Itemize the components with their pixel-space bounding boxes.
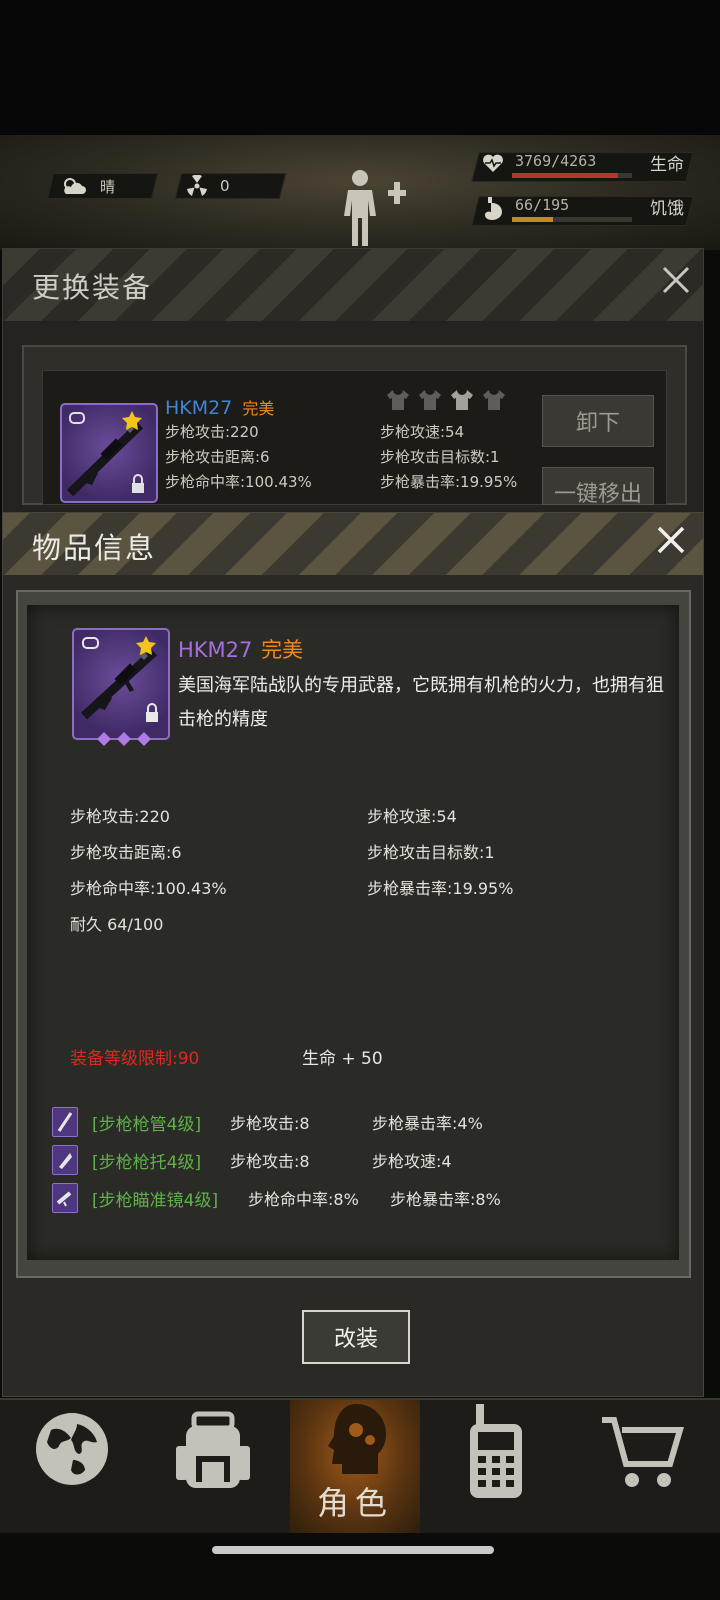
stat-rifle-targets: 步枪攻击目标数:1 [367, 843, 495, 862]
hunger-value: 66/195 [515, 196, 570, 214]
equipped-stats-left: 步枪攻击:220 步枪攻击距离:6 步枪命中率:100.43% [165, 420, 312, 495]
barrel-mod-icon [52, 1107, 78, 1137]
home-indicator[interactable] [212, 1546, 494, 1554]
shirt-icon [451, 390, 473, 410]
equipped-stat: 步枪命中率:100.43% [165, 473, 312, 491]
mod-name: [步枪瞄准镜4级] [92, 1190, 219, 1211]
health-bar-fill [512, 173, 619, 178]
nav-character-label[interactable]: 角色 [290, 1478, 420, 1524]
stat-rifle-attack: 步枪攻击:220 [70, 807, 170, 826]
equipped-item-title: HKM27 完美 [165, 395, 274, 419]
scope-mod-icon [52, 1183, 78, 1213]
hunger-label: 饥饿 [650, 199, 684, 219]
weather-text: 晴 [100, 177, 116, 196]
close-icon[interactable] [651, 520, 691, 560]
mod-stat: 步枪攻击:8 [230, 1114, 310, 1133]
hunger-bar [512, 217, 632, 222]
mod-name: [步枪枪管4级] [92, 1114, 202, 1135]
equipped-stat: 步枪攻速:54 [380, 423, 465, 441]
stat-durability: 耐久 64/100 [70, 915, 164, 934]
character-add-icon[interactable] [340, 168, 410, 248]
health-value: 3769/4263 [515, 152, 597, 170]
equipped-item-icon[interactable] [60, 403, 158, 503]
level-requirement: 装备等级限制:90 [70, 1049, 200, 1069]
item-title: HKM27 完美 [178, 634, 303, 664]
mod-stat: 步枪攻速:4 [372, 1152, 452, 1171]
item-info-title: 物品信息 [32, 531, 157, 565]
radiation-value: 0 [220, 177, 230, 195]
stat-rifle-crit: 步枪暴击率:19.95% [367, 879, 514, 898]
hunger-bar-fill [512, 217, 553, 222]
modify-button[interactable]: 改装 [302, 1310, 410, 1364]
item-icon [72, 628, 170, 740]
mod-name: [步枪枪托4级] [92, 1152, 202, 1173]
top-blank-area [0, 0, 720, 135]
mod-stat: 步枪攻击:8 [230, 1152, 310, 1171]
health-label: 生命 [650, 155, 684, 175]
stomach-icon [485, 197, 502, 220]
item-bonus: 生命 + 50 [302, 1049, 383, 1069]
equipped-item-quality: 完美 [242, 399, 275, 418]
mod-row-scope: [步枪瞄准镜4级] 步枪命中率:8% 步枪暴击率:8% [52, 1183, 501, 1213]
mod-row-barrel: [步枪枪管4级] 步枪攻击:8 步枪暴击率:4% [52, 1107, 483, 1137]
weather-display: 晴 [60, 173, 115, 199]
mod-stat: 步枪暴击率:8% [390, 1190, 501, 1209]
rifle-icon [80, 636, 158, 722]
equipped-stat: 步枪攻击:220 [165, 423, 259, 441]
equipped-stat: 步枪攻击距离:6 [165, 448, 270, 466]
diamond-icon [97, 732, 111, 746]
equipped-item-name: HKM27 [165, 397, 233, 419]
heart-icon [483, 154, 503, 172]
cart-icon[interactable] [600, 1414, 684, 1490]
radiation-icon [187, 175, 207, 196]
item-quality: 完美 [261, 638, 304, 662]
shirt-icon [483, 390, 505, 410]
mod-stat: 步枪命中率:8% [248, 1190, 359, 1209]
remove-all-button[interactable]: 一键移出 [542, 467, 654, 505]
radiation-display: 0 [186, 173, 230, 199]
item-rank-diamonds [97, 732, 151, 746]
shirt-icon [419, 390, 441, 410]
weather-sun-cloud-icon [64, 178, 86, 194]
shirt-icon [387, 390, 409, 410]
rifle-icon [66, 411, 144, 497]
item-name: HKM27 [178, 638, 253, 662]
diamond-icon [137, 732, 151, 746]
equipped-stat: 步枪攻击目标数:1 [380, 448, 500, 466]
radio-icon[interactable] [466, 1402, 526, 1502]
item-description: 美国海军陆战队的专用武器，它既拥有机枪的火力，也拥有狙击枪的精度 [178, 675, 664, 730]
stat-rifle-accuracy: 步枪命中率:100.43% [70, 879, 227, 898]
character-head-icon[interactable] [316, 1400, 396, 1482]
diamond-icon [117, 732, 131, 746]
stat-rifle-range: 步枪攻击距离:6 [70, 843, 182, 862]
stock-mod-icon [52, 1145, 78, 1175]
equipped-stats-right: 步枪攻速:54 步枪攻击目标数:1 步枪暴击率:19.95% [380, 420, 517, 495]
mod-stat: 步枪暴击率:4% [372, 1114, 483, 1133]
backpack-icon[interactable] [172, 1410, 254, 1492]
equipped-stat: 步枪暴击率:19.95% [380, 473, 518, 491]
globe-icon[interactable] [33, 1410, 111, 1488]
equip-close-icon[interactable] [656, 260, 696, 300]
armor-set-icons [385, 388, 507, 412]
health-bar [512, 173, 632, 178]
equip-panel-title: 更换装备 [32, 271, 153, 304]
stat-rifle-speed: 步枪攻速:54 [367, 807, 457, 826]
unequip-button[interactable]: 卸下 [542, 395, 654, 447]
mod-row-stock: [步枪枪托4级] 步枪攻击:8 步枪攻速:4 [52, 1145, 452, 1175]
